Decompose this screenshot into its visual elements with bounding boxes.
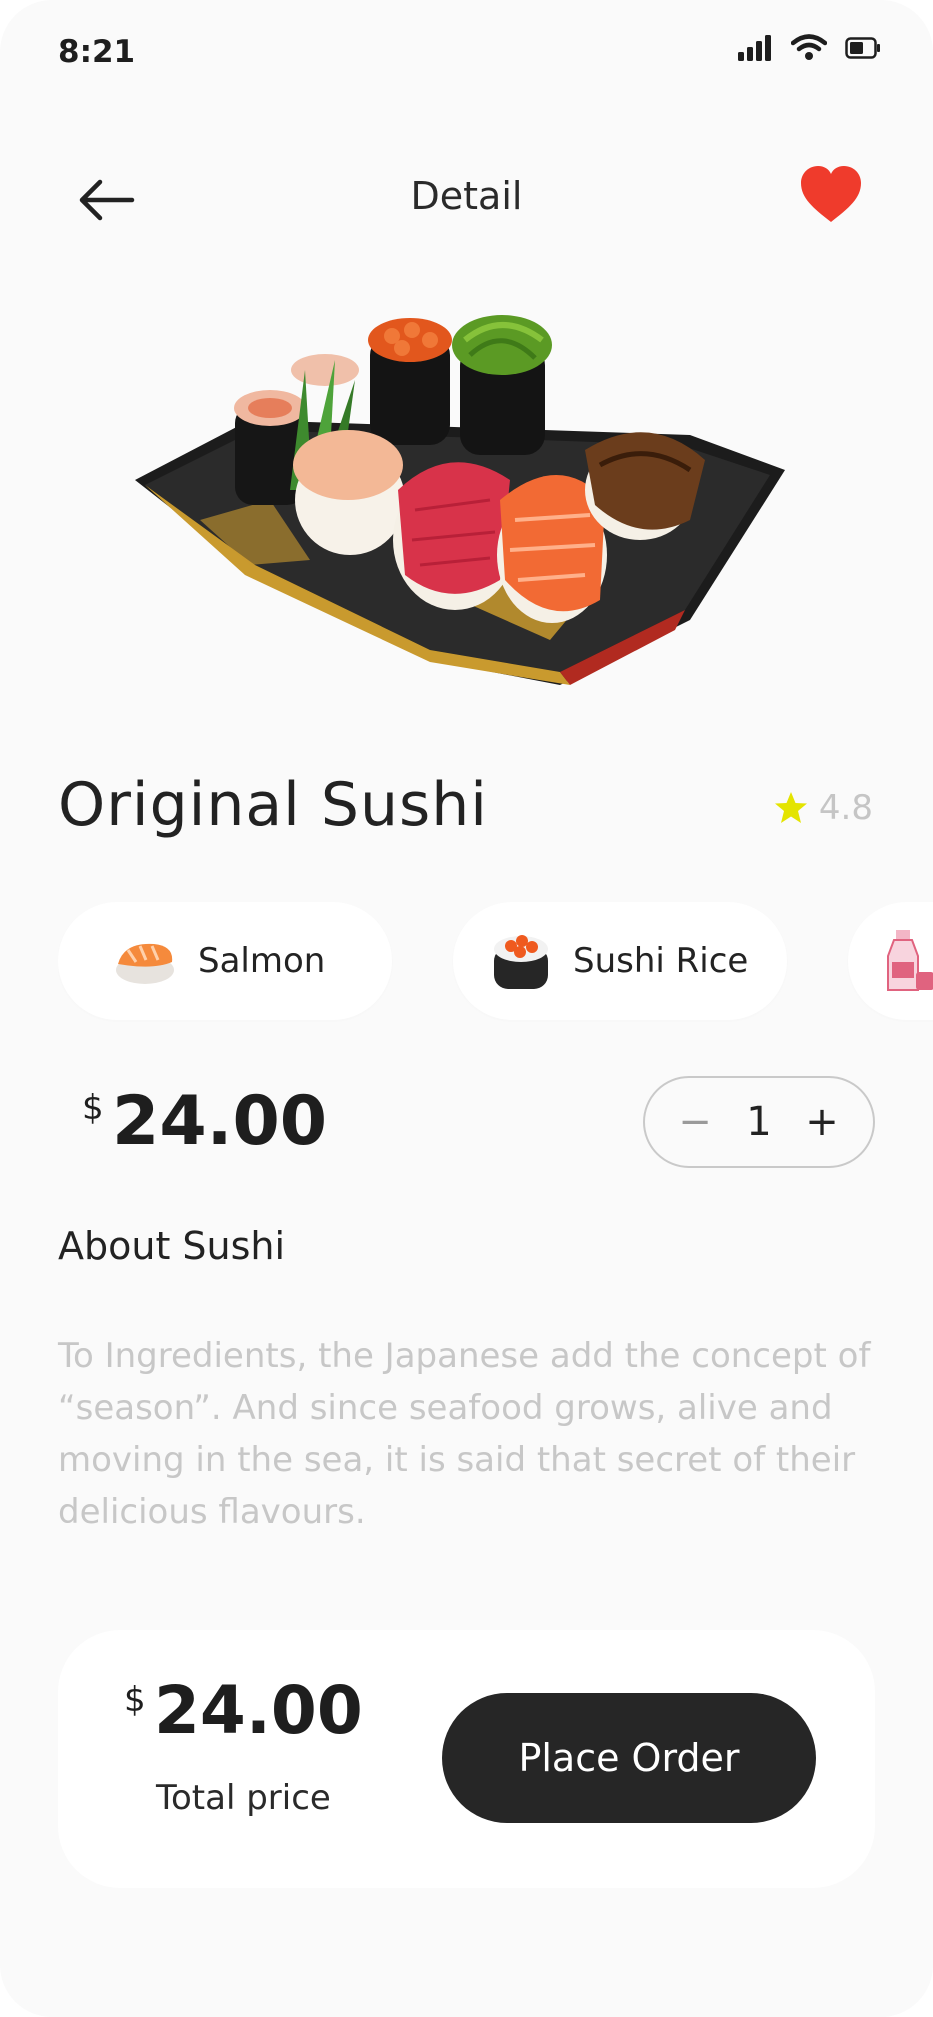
- about-heading: About Sushi: [58, 1224, 286, 1268]
- status-icons: [737, 34, 881, 62]
- total-price: 24.00: [154, 1672, 363, 1749]
- chip-sushi-rice[interactable]: Sushi Rice: [453, 902, 787, 1020]
- top-navigation: Detail: [0, 150, 933, 250]
- sake-icon: [887, 930, 933, 991]
- heart-icon[interactable]: [799, 164, 863, 228]
- increase-quantity-button[interactable]: +: [797, 1094, 847, 1150]
- phone-screen: 8:21 Detail Original Sushi 4.8 Salmon Su…: [0, 0, 933, 2017]
- rating-value: 4.8: [818, 788, 873, 828]
- ingredient-chips: Salmon Sushi Rice: [58, 902, 933, 1022]
- place-order-button[interactable]: Place Order: [442, 1693, 816, 1823]
- battery-icon: [845, 37, 880, 59]
- quantity-stepper: − 1 +: [643, 1076, 875, 1168]
- sushi-platter-image: [135, 315, 785, 685]
- chip-salmon[interactable]: Salmon: [58, 902, 392, 1020]
- page-title: Detail: [410, 174, 523, 218]
- currency-symbol: $: [82, 1088, 104, 1128]
- total-price-label: Total price: [156, 1778, 331, 1818]
- price-row: $ 24.00 − 1 +: [0, 1070, 933, 1180]
- status-time: 8:21: [58, 34, 136, 70]
- wifi-icon: [791, 34, 827, 60]
- product-rating: 4.8: [773, 788, 873, 828]
- order-summary-card: $ 24.00 Total price Place Order: [58, 1630, 875, 1888]
- chip-label: Salmon: [198, 941, 326, 981]
- salmon-icon: [116, 943, 174, 984]
- sushi-roll-icon: [494, 935, 548, 989]
- signal-icon: [738, 35, 771, 61]
- status-bar: 8:21: [0, 0, 933, 110]
- chip-sake[interactable]: [848, 902, 933, 1020]
- decrease-quantity-button[interactable]: −: [673, 1094, 717, 1150]
- quantity-value: 1: [746, 1099, 772, 1145]
- item-price: 24.00: [112, 1082, 328, 1161]
- product-name: Original Sushi: [58, 770, 488, 840]
- chip-label: Sushi Rice: [573, 941, 749, 981]
- total-currency-symbol: $: [124, 1680, 146, 1720]
- about-description: To Ingredients, the Japanese add the con…: [58, 1336, 871, 1532]
- star-icon: [774, 792, 807, 823]
